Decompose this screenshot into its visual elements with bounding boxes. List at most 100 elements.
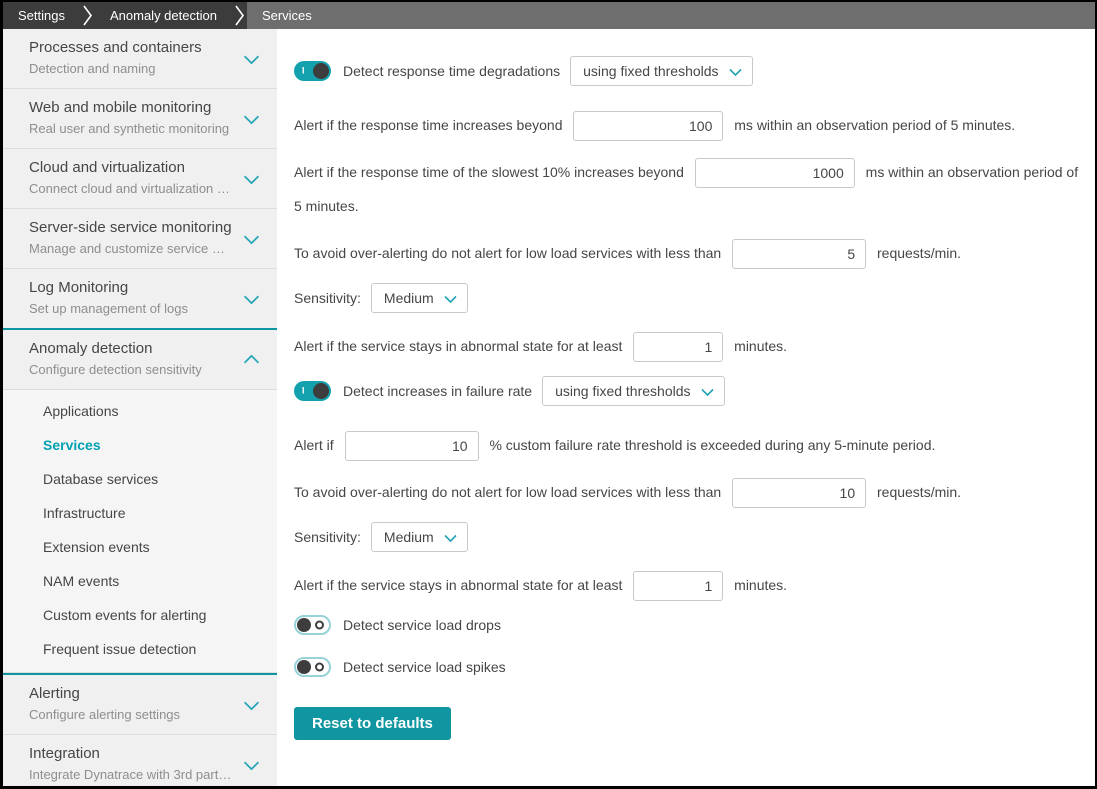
chevron-down-icon — [729, 63, 742, 76]
settings-sidebar: Processes and containers Detection and n… — [3, 29, 277, 786]
sidebar-item-anomaly-detection[interactable]: Anomaly detection Configure detection se… — [3, 330, 277, 390]
chevron-up-icon — [244, 354, 260, 370]
sidebar-item-title: Anomaly detection — [29, 339, 233, 359]
row-text-before: Alert if — [294, 437, 334, 453]
toggle-on-glyph: I — [302, 386, 305, 395]
sidebar-item-subtitle: Integrate Dynatrace with 3rd party syste… — [29, 766, 233, 783]
sidebar-subitem-applications[interactable]: Applications — [3, 394, 277, 428]
failure-rate-threshold-row: Alert if % custom failure rate threshold… — [294, 428, 1081, 462]
load-spikes-toggle-row: Detect service load spikes — [294, 657, 1081, 677]
failure-rate-toggle-label: Detect increases in failure rate — [343, 383, 532, 399]
sidebar-item-subtitle: Configure alerting settings — [29, 706, 233, 723]
toggle-knob — [297, 660, 311, 674]
rt-low-load-input[interactable] — [732, 239, 866, 269]
row-text-after: % custom failure rate threshold is excee… — [489, 437, 935, 453]
sidebar-subitem-nam-events[interactable]: NAM events — [3, 564, 277, 598]
response-time-toggle-row: I Detect response time degradations usin… — [294, 56, 1081, 86]
sensitivity-label: Sensitivity: — [294, 529, 361, 545]
toggle-off-ring — [315, 621, 324, 630]
row-text-after: ms within an observation period of 5 min… — [734, 117, 1015, 133]
row-text-before: Alert if the response time of the slowes… — [294, 164, 684, 180]
toggle-on-glyph: I — [302, 66, 305, 75]
sidebar-item-title: Processes and containers — [29, 38, 233, 58]
sidebar-item-title: Web and mobile monitoring — [29, 98, 233, 118]
row-text-before: To avoid over-alerting do not alert for … — [294, 484, 721, 500]
sidebar-item-subtitle: Set up management of logs — [29, 300, 233, 317]
breadcrumb-settings[interactable]: Settings — [3, 2, 80, 29]
rt-sensitivity-row: Sensitivity: Medium — [294, 283, 1081, 313]
toggle-knob — [297, 618, 311, 632]
sidebar-subitem-services[interactable]: Services — [3, 428, 277, 462]
response-time-toggle[interactable]: I — [294, 61, 331, 81]
load-spikes-toggle[interactable] — [294, 657, 331, 677]
rt-sensitivity-select[interactable]: Medium — [371, 283, 468, 313]
load-drops-toggle[interactable] — [294, 615, 331, 635]
load-drops-toggle-row: Detect service load drops — [294, 615, 1081, 635]
sidebar-item-title: Cloud and virtualization — [29, 158, 233, 178]
sidebar-subitem-infrastructure[interactable]: Infrastructure — [3, 496, 277, 530]
row-text-before: Alert if the service stays in abnormal s… — [294, 338, 622, 354]
anomaly-detection-sublist: Applications Services Database services … — [3, 390, 277, 673]
fr-sensitivity-select[interactable]: Medium — [371, 522, 468, 552]
sidebar-item-title: Alerting — [29, 684, 233, 704]
load-drops-toggle-label: Detect service load drops — [343, 617, 501, 633]
rt-low-load-row: To avoid over-alerting do not alert for … — [294, 236, 1081, 270]
sidebar-item-web-and-mobile-monitoring[interactable]: Web and mobile monitoring Real user and … — [3, 89, 277, 149]
chevron-down-icon — [244, 109, 260, 125]
reset-to-defaults-button[interactable]: Reset to defaults — [294, 707, 451, 740]
sidebar-item-cloud-and-virtualization[interactable]: Cloud and virtualization Connect cloud a… — [3, 149, 277, 209]
sidebar-subitem-custom-events-for-alerting[interactable]: Custom events for alerting — [3, 598, 277, 632]
sidebar-item-title: Log Monitoring — [29, 278, 233, 298]
app-window: Settings Anomaly detection Services Proc… — [0, 0, 1097, 789]
slowest-10-threshold-input[interactable] — [695, 158, 855, 188]
fr-low-load-row: To avoid over-alerting do not alert for … — [294, 475, 1081, 509]
row-text-after: minutes. — [734, 577, 787, 593]
toggle-off-ring — [315, 663, 324, 672]
chevron-down-icon — [244, 755, 260, 771]
sidebar-item-title: Server-side service monitoring — [29, 218, 233, 238]
sidebar-subitem-extension-events[interactable]: Extension events — [3, 530, 277, 564]
toggle-knob — [313, 63, 329, 79]
sidebar-item-integration[interactable]: Integration Integrate Dynatrace with 3rd… — [3, 735, 277, 786]
sidebar-item-title: Integration — [29, 744, 233, 764]
failure-rate-mode-select[interactable]: using fixed thresholds — [542, 376, 724, 406]
fr-low-load-input[interactable] — [732, 478, 866, 508]
response-time-threshold-input[interactable] — [573, 111, 723, 141]
row-text-before: Alert if the service stays in abnormal s… — [294, 577, 622, 593]
breadcrumb-separator-icon — [80, 2, 95, 29]
sidebar-subitem-database-services[interactable]: Database services — [3, 462, 277, 496]
sidebar-item-alerting[interactable]: Alerting Configure alerting settings — [3, 675, 277, 735]
breadcrumb: Settings Anomaly detection Services — [3, 2, 1095, 29]
chevron-down-icon — [244, 49, 260, 65]
sidebar-item-log-monitoring[interactable]: Log Monitoring Set up management of logs — [3, 269, 277, 328]
row-text-after: requests/min. — [877, 484, 961, 500]
sidebar-item-subtitle: Manage and customize service monitoring — [29, 240, 233, 257]
sidebar-item-subtitle: Connect cloud and virtualization types — [29, 180, 233, 197]
mode-select-value: using fixed thresholds — [555, 383, 690, 399]
sidebar-item-server-side-service-monitoring[interactable]: Server-side service monitoring Manage an… — [3, 209, 277, 269]
failure-rate-toggle[interactable]: I — [294, 381, 331, 401]
rt-abnormal-state-input[interactable] — [633, 332, 723, 362]
slowest-10-threshold-row: Alert if the response time of the slowes… — [294, 155, 1081, 223]
sidebar-item-processes-and-containers[interactable]: Processes and containers Detection and n… — [3, 29, 277, 89]
chevron-down-icon — [244, 169, 260, 185]
load-spikes-toggle-label: Detect service load spikes — [343, 659, 506, 675]
row-text-before: To avoid over-alerting do not alert for … — [294, 245, 721, 261]
chevron-down-icon — [444, 290, 457, 303]
sensitivity-label: Sensitivity: — [294, 290, 361, 306]
row-text-after: requests/min. — [877, 245, 961, 261]
breadcrumb-separator-icon — [232, 2, 247, 29]
toggle-knob — [313, 383, 329, 399]
response-time-mode-select[interactable]: using fixed thresholds — [570, 56, 752, 86]
fr-abnormal-state-input[interactable] — [633, 571, 723, 601]
row-text-before: Alert if the response time increases bey… — [294, 117, 562, 133]
failure-rate-threshold-input[interactable] — [345, 431, 479, 461]
sidebar-subitem-frequent-issue-detection[interactable]: Frequent issue detection — [3, 632, 277, 666]
chevron-down-icon — [244, 229, 260, 245]
breadcrumb-services-current: Services — [247, 2, 1095, 29]
breadcrumb-anomaly-detection[interactable]: Anomaly detection — [95, 2, 232, 29]
chevron-down-icon — [701, 383, 714, 396]
sensitivity-value: Medium — [384, 290, 434, 306]
sidebar-item-subtitle: Configure detection sensitivity — [29, 361, 233, 378]
response-time-threshold-row: Alert if the response time increases bey… — [294, 108, 1081, 142]
